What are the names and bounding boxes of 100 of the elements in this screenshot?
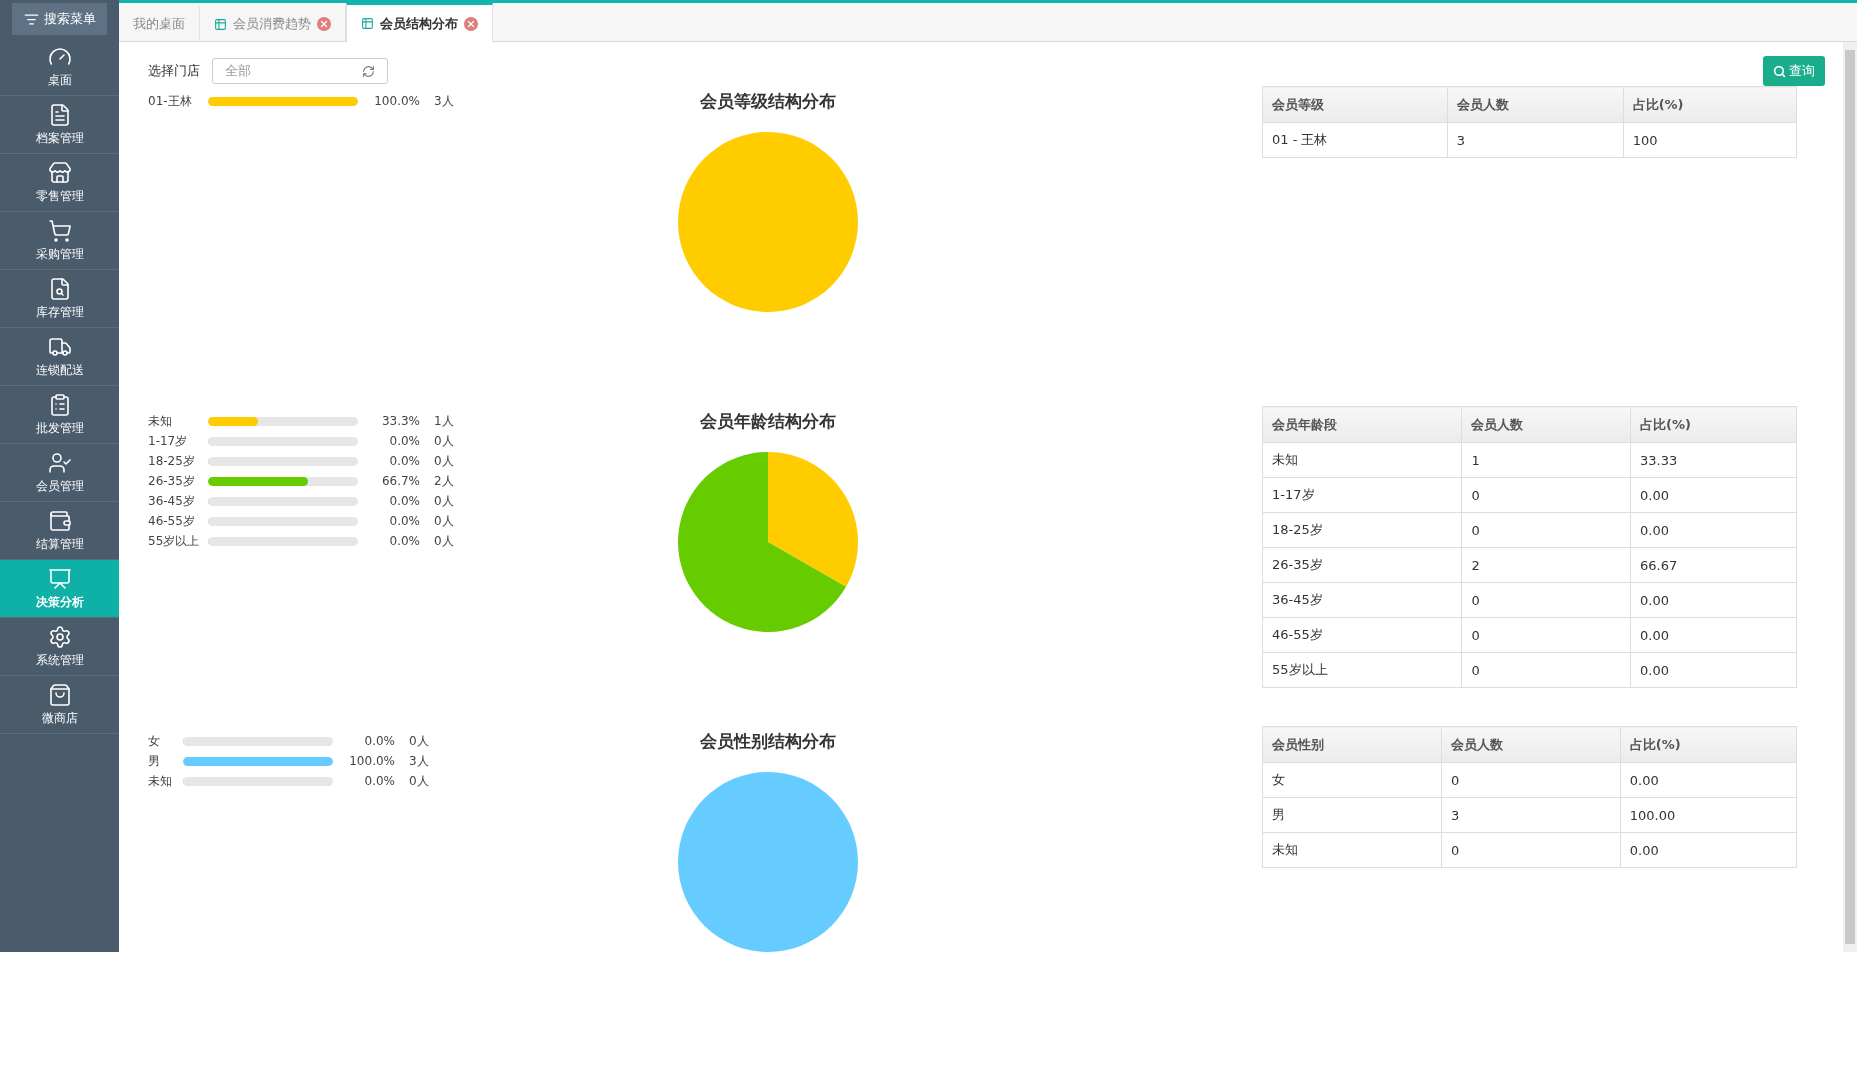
count-text: 3人	[409, 752, 429, 770]
sidebar-item[interactable]: 档案管理	[0, 96, 119, 154]
table-cell: 未知	[1262, 442, 1462, 478]
count-text: 1人	[434, 412, 454, 430]
table-cell: 0.00	[1630, 617, 1797, 653]
column-header: 会员人数	[1441, 726, 1621, 763]
count-text: 0人	[434, 432, 454, 450]
percent-text: 0.0%	[388, 454, 420, 468]
table-cell: 01 - 王林	[1262, 122, 1448, 158]
search-icon	[1773, 64, 1786, 78]
sidebar-item[interactable]: 零售管理	[0, 154, 119, 212]
legend-label: 男	[148, 752, 161, 770]
scrollbar[interactable]	[1843, 42, 1857, 952]
count-text: 0人	[409, 772, 429, 790]
sidebar-item[interactable]: 会员管理	[0, 444, 119, 502]
legend-label: 01-王林	[148, 92, 193, 110]
sidebar-item[interactable]: 微商店	[0, 676, 119, 734]
table-cell: 55岁以上	[1262, 652, 1462, 688]
settings-icon	[47, 624, 72, 649]
chart-title: 会员等级结构分布	[700, 90, 836, 113]
bag-icon	[47, 682, 72, 707]
percent-text: 0.0%	[363, 734, 395, 748]
percent-text: 0.0%	[363, 774, 395, 788]
presentation-icon	[47, 566, 72, 591]
close-icon[interactable]	[464, 16, 478, 31]
column-header: 会员人数	[1447, 86, 1624, 123]
column-header: 会员人数	[1461, 406, 1631, 443]
count-text: 0人	[409, 732, 429, 750]
percent-text: 0.0%	[388, 494, 420, 508]
sidebar-item[interactable]: 连锁配送	[0, 328, 119, 386]
close-icon[interactable]	[317, 17, 331, 31]
sidebar-item[interactable]: 系统管理	[0, 618, 119, 676]
column-header: 会员等级	[1262, 86, 1448, 123]
table-cell: 男	[1262, 797, 1442, 833]
count-text: 0人	[434, 452, 454, 470]
table-cell: 18-25岁	[1262, 512, 1462, 548]
percent-text: 0.0%	[388, 534, 420, 548]
table-cell: 0.00	[1630, 582, 1797, 618]
sidebar-item[interactable]: 库存管理	[0, 270, 119, 328]
count-text: 3人	[434, 92, 454, 110]
table-cell: 1-17岁	[1262, 477, 1462, 513]
table-cell: 1	[1461, 442, 1631, 478]
percent-text: 100.0%	[348, 754, 395, 768]
table-cell: 3	[1441, 797, 1621, 833]
count-text: 0人	[434, 512, 454, 530]
sidebar-item[interactable]: 桌面	[0, 38, 119, 96]
tab[interactable]: 我的桌面	[119, 6, 200, 42]
percent-text: 0.0%	[388, 434, 420, 448]
legend-label: 55岁以上	[148, 532, 201, 550]
count-text: 0人	[434, 492, 454, 510]
column-header: 会员性别	[1262, 726, 1442, 763]
chart-title: 会员性别结构分布	[700, 730, 836, 753]
table-cell: 0	[1461, 477, 1631, 513]
table-cell: 0	[1441, 762, 1621, 798]
legend-label: 46-55岁	[148, 512, 196, 530]
table-cell: 0	[1461, 582, 1631, 618]
wallet-icon	[47, 508, 72, 533]
table-cell: 3	[1447, 122, 1624, 158]
count-text: 2人	[434, 472, 454, 490]
user-icon	[47, 450, 72, 475]
legend-label: 36-45岁	[148, 492, 196, 510]
table-cell: 33.33	[1630, 442, 1797, 478]
percent-text: 66.7%	[380, 474, 420, 488]
store-label: 选择门店	[148, 62, 200, 80]
cart-icon	[47, 218, 72, 243]
table-cell: 46-55岁	[1262, 617, 1462, 653]
column-header: 占比(%)	[1620, 726, 1797, 763]
table-cell: 0.00	[1620, 832, 1797, 868]
percent-text: 33.3%	[380, 414, 420, 428]
table-icon	[361, 17, 374, 30]
chart-title: 会员年龄结构分布	[700, 410, 836, 433]
legend-label: 未知	[148, 412, 173, 430]
search-menu-button[interactable]: 搜索菜单	[12, 3, 107, 35]
table-cell: 66.67	[1630, 547, 1797, 583]
table-cell: 0.00	[1630, 477, 1797, 513]
refresh-icon[interactable]	[362, 64, 375, 78]
table-cell: 36-45岁	[1262, 582, 1462, 618]
percent-text: 0.0%	[388, 514, 420, 528]
tab[interactable]: 会员结构分布	[346, 3, 493, 42]
percent-text: 100.0%	[373, 94, 420, 108]
table-cell: 0	[1441, 832, 1621, 868]
legend-label: 1-17岁	[148, 432, 189, 450]
table-cell: 2	[1461, 547, 1631, 583]
table-cell: 26-35岁	[1262, 547, 1462, 583]
table-cell: 0	[1461, 617, 1631, 653]
table-cell: 0.00	[1620, 762, 1797, 798]
table-cell: 100	[1623, 122, 1797, 158]
table-cell: 0.00	[1630, 512, 1797, 548]
count-text: 0人	[434, 532, 454, 550]
table-cell: 女	[1262, 762, 1442, 798]
column-header: 占比(%)	[1623, 86, 1797, 123]
sidebar-item[interactable]: 批发管理	[0, 386, 119, 444]
sidebar-item[interactable]: 采购管理	[0, 212, 119, 270]
column-header: 占比(%)	[1630, 406, 1797, 443]
table-icon	[214, 17, 227, 31]
legend-label: 18-25岁	[148, 452, 196, 470]
table-cell: 0	[1461, 512, 1631, 548]
menu-search-icon	[23, 11, 39, 27]
legend-label: 女	[148, 732, 161, 750]
table-cell: 0	[1461, 652, 1631, 688]
